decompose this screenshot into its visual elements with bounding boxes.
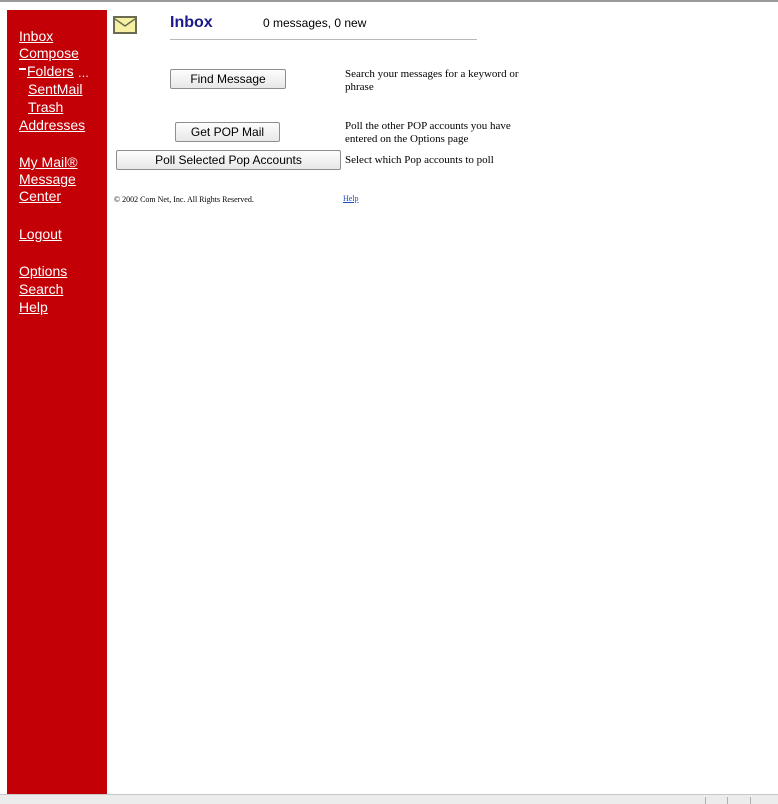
find-message-description: Search your messages for a keyword or ph… <box>345 68 519 94</box>
get-pop-mail-button[interactable]: Get POP Mail <box>175 122 280 142</box>
status-cell-1 <box>705 797 706 804</box>
nav-inbox[interactable]: Inbox <box>19 28 53 45</box>
find-message-button[interactable]: Find Message <box>170 69 286 89</box>
nav-help[interactable]: Help <box>19 299 48 316</box>
status-bar <box>0 794 778 804</box>
nav-search[interactable]: Search <box>19 281 63 298</box>
status-cell-3 <box>750 797 751 804</box>
nav-center[interactable]: Center <box>19 188 61 205</box>
get-pop-mail-description: Poll the other POP accounts you have ent… <box>345 120 511 146</box>
footer-help-link[interactable]: Help <box>343 194 359 203</box>
poll-selected-description: Select which Pop accounts to poll <box>345 154 494 166</box>
left-margin <box>0 10 7 794</box>
folders-more-text: ... <box>78 65 89 80</box>
nav-logout[interactable]: Logout <box>19 226 62 243</box>
title-divider <box>170 39 477 40</box>
nav-addresses[interactable]: Addresses <box>19 117 85 134</box>
get-pop-mail-description-line1: Poll the other POP accounts you have <box>345 120 511 132</box>
nav-my-mail[interactable]: My Mail® <box>19 154 78 171</box>
window-top-border <box>0 0 778 10</box>
mail-window: Inbox Compose Folders ... SentMail Trash… <box>0 0 778 804</box>
nav-trash[interactable]: Trash <box>28 99 63 116</box>
nav-folders[interactable]: Folders <box>27 63 74 80</box>
folder-collapse-icon[interactable] <box>19 68 26 75</box>
message-count: 0 messages, 0 new <box>263 16 367 30</box>
poll-selected-accounts-button[interactable]: Poll Selected Pop Accounts <box>116 150 341 170</box>
copyright-text: © 2002 Com Net, Inc. All Rights Reserved… <box>114 195 254 204</box>
envelope-icon <box>113 16 137 34</box>
page-title: Inbox <box>170 14 213 31</box>
nav-options[interactable]: Options <box>19 263 67 280</box>
get-pop-mail-description-line2: entered on the Options page <box>345 133 469 145</box>
nav-compose[interactable]: Compose <box>19 45 79 62</box>
find-message-description-line1: Search your messages for a keyword or <box>345 68 519 80</box>
nav-sentmail[interactable]: SentMail <box>28 81 82 98</box>
nav-message[interactable]: Message <box>19 171 76 188</box>
status-cell-2 <box>727 797 728 804</box>
find-message-description-line2: phrase <box>345 81 374 93</box>
